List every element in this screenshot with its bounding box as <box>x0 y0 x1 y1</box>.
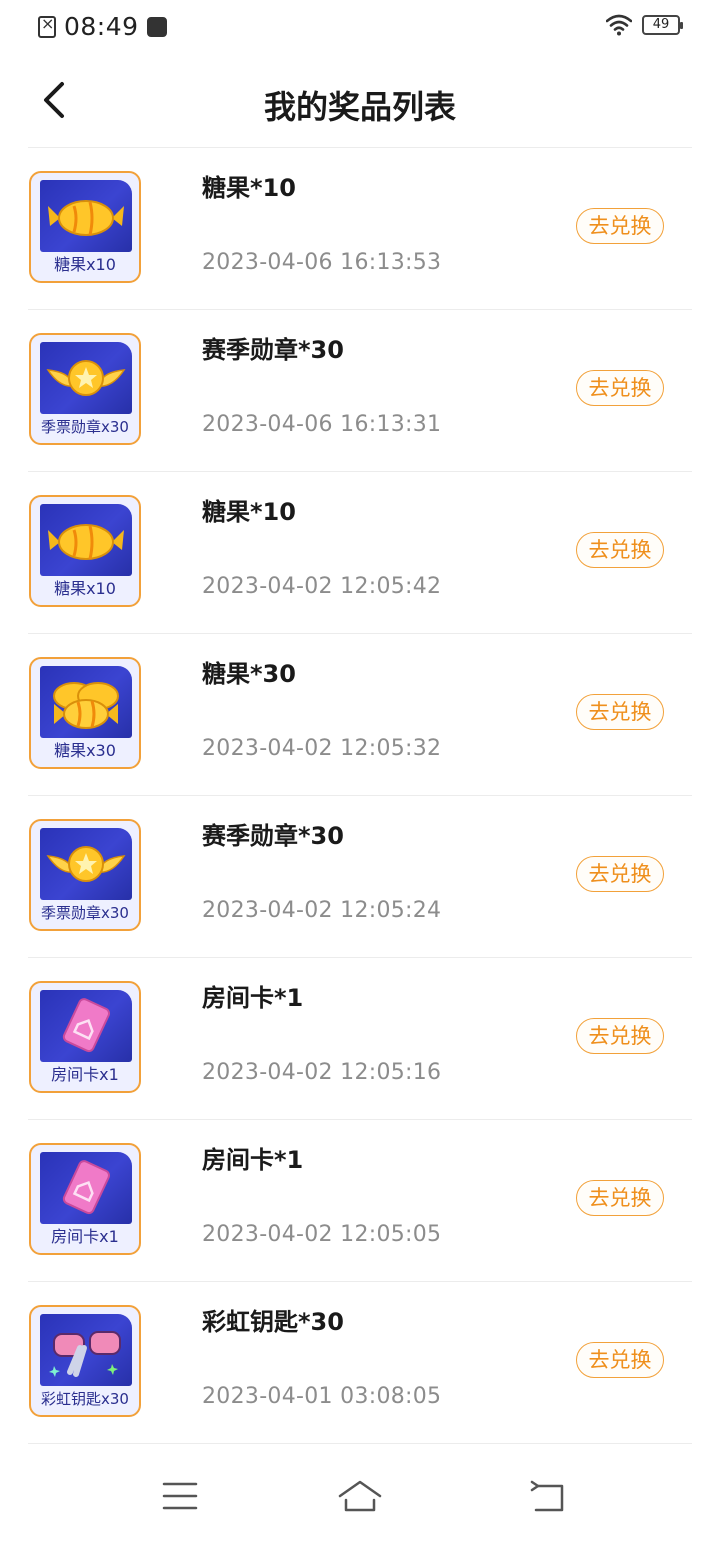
system-nav-bar <box>0 1446 720 1544</box>
prize-time: 2023-04-02 12:05:05 <box>202 1222 442 1247</box>
medal-icon <box>46 846 126 882</box>
prize-thumbnail: 糖果x10 <box>29 171 141 283</box>
prize-name: 糖果*10 <box>202 498 296 526</box>
rainbow-key-icon <box>49 1331 121 1377</box>
prize-name: 房间卡*1 <box>202 1146 304 1174</box>
prize-time: 2023-04-02 12:05:24 <box>202 898 442 923</box>
thumbnail-caption: 糖果x30 <box>54 741 116 760</box>
prize-name: 赛季勋章*30 <box>202 822 344 850</box>
prize-thumbnail: 房间卡x1 <box>29 1143 141 1255</box>
prize-item: 糖果x30 糖果*30 2023-04-02 12:05:32 去兑换 <box>28 634 692 796</box>
room-card-icon <box>62 1160 110 1215</box>
prize-list: 糖果x10 糖果*10 2023-04-06 16:13:53 去兑换 季票勋章… <box>28 148 692 1444</box>
status-left: 08:49 <box>38 12 167 41</box>
thumbnail-art <box>40 1152 132 1224</box>
thumbnail-caption: 房间卡x1 <box>51 1065 119 1084</box>
thumbnail-art <box>40 828 132 900</box>
thumbnail-art <box>40 666 132 738</box>
battery-icon: 49 <box>642 15 683 35</box>
thumbnail-art <box>40 990 132 1062</box>
notification-x-icon <box>38 14 56 38</box>
prize-item: 糖果x10 糖果*10 2023-04-02 12:05:42 去兑换 <box>28 472 692 634</box>
thumbnail-art <box>40 504 132 576</box>
prize-name: 糖果*30 <box>202 660 296 688</box>
candy-icon <box>48 200 124 236</box>
redeem-button[interactable]: 去兑换 <box>576 694 664 730</box>
prize-item: 季票勋章x30 赛季勋章*30 2023-04-02 12:05:24 去兑换 <box>28 796 692 958</box>
redeem-button[interactable]: 去兑换 <box>576 370 664 406</box>
back-icon[interactable] <box>518 1474 578 1518</box>
redeem-button[interactable]: 去兑换 <box>576 532 664 568</box>
page-title: 我的奖品列表 <box>263 88 456 126</box>
redeem-button[interactable]: 去兑换 <box>576 1180 664 1216</box>
candy-icon <box>48 524 124 560</box>
thumbnail-caption: 糖果x10 <box>54 255 116 274</box>
redeem-button[interactable]: 去兑换 <box>576 1018 664 1054</box>
candies-icon <box>53 682 119 729</box>
prize-name: 糖果*10 <box>202 174 296 202</box>
page-header: 我的奖品列表 <box>0 56 720 148</box>
redeem-button[interactable]: 去兑换 <box>576 856 664 892</box>
thumbnail-caption: 房间卡x1 <box>51 1227 119 1246</box>
prize-time: 2023-04-01 03:08:05 <box>202 1384 442 1409</box>
prize-item: 糖果x10 糖果*10 2023-04-06 16:13:53 去兑换 <box>28 148 692 310</box>
prize-item: 季票勋章x30 赛季勋章*30 2023-04-06 16:13:31 去兑换 <box>28 310 692 472</box>
thumbnail-art <box>40 342 132 414</box>
wifi-icon <box>606 14 632 36</box>
prize-time: 2023-04-06 16:13:53 <box>202 250 442 275</box>
thumbnail-caption: 彩虹钥匙x30 <box>41 1390 129 1408</box>
redeem-button[interactable]: 去兑换 <box>576 1342 664 1378</box>
prize-name: 房间卡*1 <box>202 984 304 1012</box>
menu-icon[interactable] <box>150 1474 210 1518</box>
room-card-icon <box>62 998 110 1053</box>
medal-icon <box>46 360 126 396</box>
prize-time: 2023-04-02 12:05:32 <box>202 736 442 761</box>
status-time: 08:49 <box>64 12 139 41</box>
prize-time: 2023-04-06 16:13:31 <box>202 412 442 437</box>
game-icon <box>146 16 167 37</box>
prize-name: 彩虹钥匙*30 <box>202 1308 344 1336</box>
redeem-button[interactable]: 去兑换 <box>576 208 664 244</box>
prize-name: 赛季勋章*30 <box>202 336 344 364</box>
prize-thumbnail: 季票勋章x30 <box>29 819 141 931</box>
thumbnail-caption: 糖果x10 <box>54 579 116 598</box>
status-right: 49 <box>606 14 683 36</box>
prize-time: 2023-04-02 12:05:16 <box>202 1060 442 1085</box>
prize-thumbnail: 季票勋章x30 <box>29 333 141 445</box>
prize-thumbnail: 糖果x10 <box>29 495 141 607</box>
prize-item: 彩虹钥匙x30 彩虹钥匙*30 2023-04-01 03:08:05 去兑换 <box>28 1282 692 1444</box>
thumbnail-art <box>40 180 132 252</box>
thumbnail-caption: 季票勋章x30 <box>41 904 129 922</box>
prize-thumbnail: 糖果x30 <box>29 657 141 769</box>
status-bar: 08:49 49 <box>0 0 720 56</box>
prize-item: 房间卡x1 房间卡*1 2023-04-02 12:05:05 去兑换 <box>28 1120 692 1282</box>
prize-thumbnail: 房间卡x1 <box>29 981 141 1093</box>
prize-time: 2023-04-02 12:05:42 <box>202 574 442 599</box>
thumbnail-caption: 季票勋章x30 <box>41 418 129 436</box>
thumbnail-art <box>40 1314 132 1386</box>
home-icon[interactable] <box>330 1474 390 1518</box>
prize-thumbnail: 彩虹钥匙x30 <box>29 1305 141 1417</box>
prize-item: 房间卡x1 房间卡*1 2023-04-02 12:05:16 去兑换 <box>28 958 692 1120</box>
